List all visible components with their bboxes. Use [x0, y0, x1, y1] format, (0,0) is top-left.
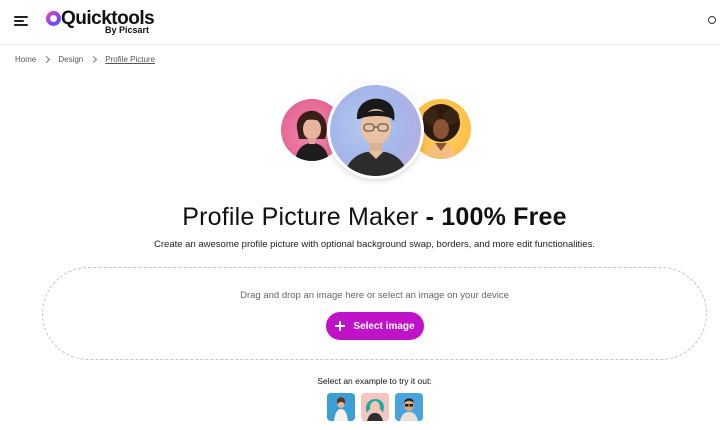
page-title: Profile Picture Maker - 100% Free [0, 203, 720, 232]
top-header: Quicktools By Picsart [0, 0, 720, 45]
chevron-right-icon [90, 55, 98, 64]
select-image-label: Select image [353, 320, 415, 332]
examples-label: Select an example to try it out: [317, 376, 432, 386]
hero-avatars [0, 80, 720, 180]
page-subtitle: Create an awesome profile picture with o… [154, 239, 595, 250]
select-image-button[interactable]: Select image [326, 312, 424, 340]
hamburger-menu-icon[interactable] [14, 13, 32, 29]
breadcrumb-design[interactable]: Design [58, 55, 83, 64]
logo-mark-icon [46, 11, 61, 26]
example-image-1[interactable] [327, 393, 355, 421]
page-title-main: Profile Picture Maker [182, 203, 426, 231]
example-image-2[interactable] [361, 393, 389, 421]
plus-icon [335, 321, 346, 331]
logo-subtext: By Picsart [105, 25, 150, 35]
image-dropzone[interactable]: Drag and drop an image here or select an… [42, 267, 707, 360]
breadcrumb: Home Design Profile Picture [15, 55, 155, 64]
example-image-3[interactable] [395, 393, 423, 421]
breadcrumb-profile-picture[interactable]: Profile Picture [105, 55, 155, 64]
quicktools-logo[interactable]: Quicktools By Picsart [46, 8, 156, 36]
avatar-man-center-image [327, 82, 424, 179]
chevron-right-icon [43, 55, 51, 64]
page-title-bold: - 100% Free [425, 203, 567, 231]
dropzone-text: Drag and drop an image here or select an… [240, 290, 509, 301]
user-icon[interactable] [708, 16, 716, 24]
breadcrumb-home[interactable]: Home [15, 55, 36, 64]
